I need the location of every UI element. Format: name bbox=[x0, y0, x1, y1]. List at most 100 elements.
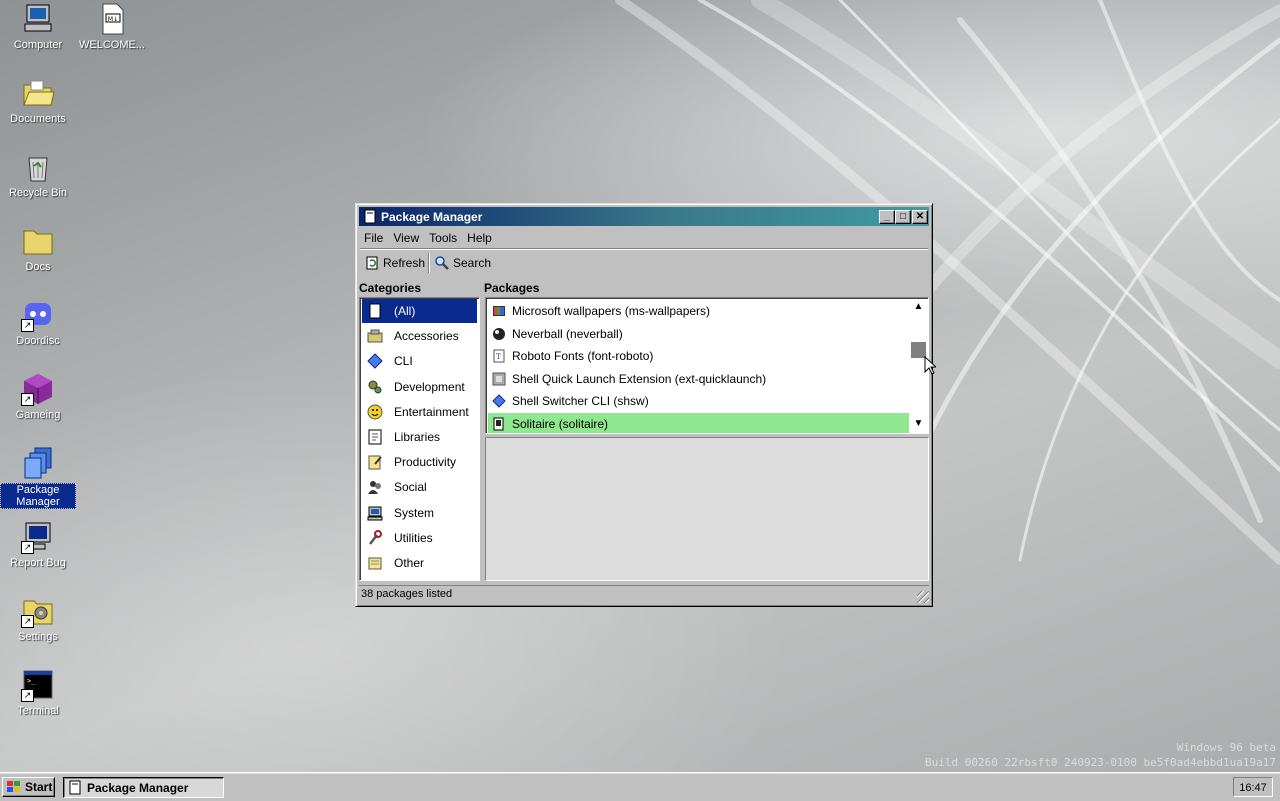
shortcut-arrow-icon: ↗ bbox=[21, 541, 34, 554]
desktop-icon-gameing[interactable]: ↗ Gameing bbox=[0, 372, 76, 421]
shortcut-arrow-icon: ↗ bbox=[21, 689, 34, 702]
start-label: Start bbox=[25, 780, 53, 794]
category-label: Development bbox=[394, 379, 465, 394]
minimize-button[interactable]: _ bbox=[879, 210, 895, 224]
system-tray-clock[interactable]: 16:47 bbox=[1233, 777, 1273, 797]
desktop-icon-label: Report Bug bbox=[10, 557, 66, 569]
resize-grip-icon[interactable] bbox=[917, 591, 929, 603]
windows-logo-icon bbox=[7, 781, 20, 792]
scroll-up-icon[interactable]: ▲ bbox=[910, 299, 927, 315]
category-libraries[interactable]: Libraries bbox=[362, 425, 477, 449]
category-label: Entertainment bbox=[394, 404, 469, 419]
ball-icon bbox=[491, 326, 507, 342]
desktop-icon-computer[interactable]: Computer bbox=[0, 2, 76, 51]
package-row[interactable]: Shell Switcher CLI (shsw) bbox=[488, 390, 909, 413]
category-label: Social bbox=[394, 480, 427, 495]
category-all[interactable]: (All) bbox=[362, 299, 477, 324]
package-label: Shell Switcher CLI (shsw) bbox=[512, 394, 649, 409]
category-label: System bbox=[394, 505, 435, 520]
desktop-icon-documents[interactable]: Documents bbox=[0, 76, 76, 125]
package-row[interactable]: Microsoft wallpapers (ms-wallpapers) bbox=[488, 300, 909, 323]
status-text: 38 packages listed bbox=[361, 588, 453, 600]
shortcut-arrow-icon: ↗ bbox=[21, 319, 34, 332]
refresh-button[interactable]: Refresh bbox=[364, 253, 425, 273]
category-label: Utilities bbox=[394, 530, 433, 545]
cli-icon bbox=[366, 352, 384, 370]
category-cli[interactable]: CLI bbox=[362, 349, 477, 373]
desktop-icon-doordisc[interactable]: ↗ Doordisc bbox=[0, 298, 76, 347]
desktop-icon-recycle-bin[interactable]: Recycle Bin bbox=[0, 150, 76, 199]
build-watermark-line2: Build 00260 22rbsft0 240923-0100 be5f0ad… bbox=[925, 756, 1276, 769]
category-other[interactable]: Other bbox=[362, 551, 477, 575]
discord-icon: ↗ bbox=[21, 298, 55, 332]
settings-folder-icon: ↗ bbox=[21, 594, 55, 628]
package-details-pane bbox=[485, 437, 929, 581]
package-label: Shell Quick Launch Extension (ext-quickl… bbox=[512, 371, 767, 386]
packages-list: Microsoft wallpapers (ms-wallpapers) Nev… bbox=[485, 297, 929, 434]
package-row-selected[interactable]: Solitaire (solitaire) bbox=[488, 412, 909, 433]
desktop-icon-report-bug[interactable]: ↗ Report Bug bbox=[0, 520, 76, 569]
build-watermark-line1: Windows 96 beta bbox=[1176, 741, 1276, 754]
terminal-icon: >_ ↗ bbox=[21, 668, 55, 702]
entertainment-icon bbox=[366, 403, 384, 421]
taskbar-button-package-manager[interactable]: Package Manager bbox=[63, 777, 224, 798]
category-label: Other bbox=[394, 555, 425, 570]
wallpaper-icon bbox=[491, 303, 507, 319]
packages-header: Packages bbox=[484, 281, 540, 295]
category-utilities[interactable]: Utilities bbox=[362, 526, 477, 550]
shortcut-arrow-icon: ↗ bbox=[21, 615, 34, 628]
search-label: Search bbox=[453, 256, 492, 270]
taskbar: Start Package Manager 16:47 bbox=[0, 772, 1280, 801]
toolbar-separator bbox=[428, 253, 429, 273]
menu-view[interactable]: View bbox=[389, 228, 423, 245]
mouse-cursor-icon bbox=[924, 356, 936, 375]
category-productivity[interactable]: Productivity bbox=[362, 450, 477, 474]
shortcut-arrow-icon: ↗ bbox=[21, 393, 34, 406]
computer-icon bbox=[21, 2, 55, 36]
category-system[interactable]: System bbox=[362, 501, 477, 525]
category-label: CLI bbox=[394, 354, 413, 369]
category-label: Libraries bbox=[394, 430, 441, 445]
maximize-button[interactable]: □ bbox=[895, 210, 911, 224]
category-label: (All) bbox=[394, 304, 416, 319]
system-icon bbox=[366, 504, 384, 522]
desktop-icon-label: Doordisc bbox=[16, 335, 60, 347]
package-row[interactable]: T Roboto Fonts (font-roboto) bbox=[488, 345, 909, 368]
menu-file[interactable]: File bbox=[360, 228, 387, 245]
menu-help[interactable]: Help bbox=[463, 228, 496, 245]
search-button[interactable]: Search bbox=[434, 253, 491, 273]
category-social[interactable]: Social bbox=[362, 475, 477, 499]
scroll-down-icon[interactable]: ▼ bbox=[910, 416, 927, 432]
all-icon bbox=[366, 302, 384, 320]
desktop-icon-label: Computer bbox=[13, 39, 63, 51]
title-bar[interactable]: Package Manager _ □ ✕ bbox=[359, 207, 929, 226]
clock-text: 16:47 bbox=[1239, 782, 1267, 794]
desktop-icon-welcome[interactable]: M↓ WELCOME... bbox=[74, 2, 150, 51]
category-accessories[interactable]: Accessories bbox=[362, 324, 477, 348]
close-button[interactable]: ✕ bbox=[912, 210, 928, 224]
desktop-icon-docs[interactable]: Docs bbox=[0, 224, 76, 273]
category-development[interactable]: Development bbox=[362, 375, 477, 399]
desktop-icon-label: Recycle Bin bbox=[8, 187, 68, 199]
category-entertainment[interactable]: Entertainment bbox=[362, 400, 477, 424]
search-icon bbox=[435, 256, 449, 270]
menu-tools[interactable]: Tools bbox=[425, 228, 461, 245]
svg-text:T: T bbox=[496, 353, 501, 361]
desktop-icon-terminal[interactable]: >_ ↗ Terminal bbox=[0, 668, 76, 717]
desktop-icon-label: Docs bbox=[25, 261, 51, 273]
cards-icon bbox=[491, 416, 507, 432]
desktop-icon-package-manager[interactable]: Package Manager bbox=[0, 446, 76, 509]
recycle-bin-icon bbox=[21, 150, 55, 184]
desktop-icon-label: WELCOME... bbox=[78, 39, 145, 51]
package-manager-window[interactable]: Package Manager _ □ ✕ File View Tools Help … bbox=[355, 203, 933, 607]
package-label: Microsoft wallpapers (ms-wallpapers) bbox=[512, 304, 711, 319]
start-button[interactable]: Start bbox=[2, 777, 55, 797]
package-row[interactable]: Neverball (neverball) bbox=[488, 323, 909, 346]
package-row[interactable]: Shell Quick Launch Extension (ext-quickl… bbox=[488, 368, 909, 391]
desktop-icon-settings[interactable]: ↗ Settings bbox=[0, 594, 76, 643]
other-icon bbox=[366, 554, 384, 572]
development-icon bbox=[366, 378, 384, 396]
package-icon bbox=[69, 780, 81, 795]
cube-icon: ↗ bbox=[21, 372, 55, 406]
refresh-label: Refresh bbox=[383, 256, 426, 270]
